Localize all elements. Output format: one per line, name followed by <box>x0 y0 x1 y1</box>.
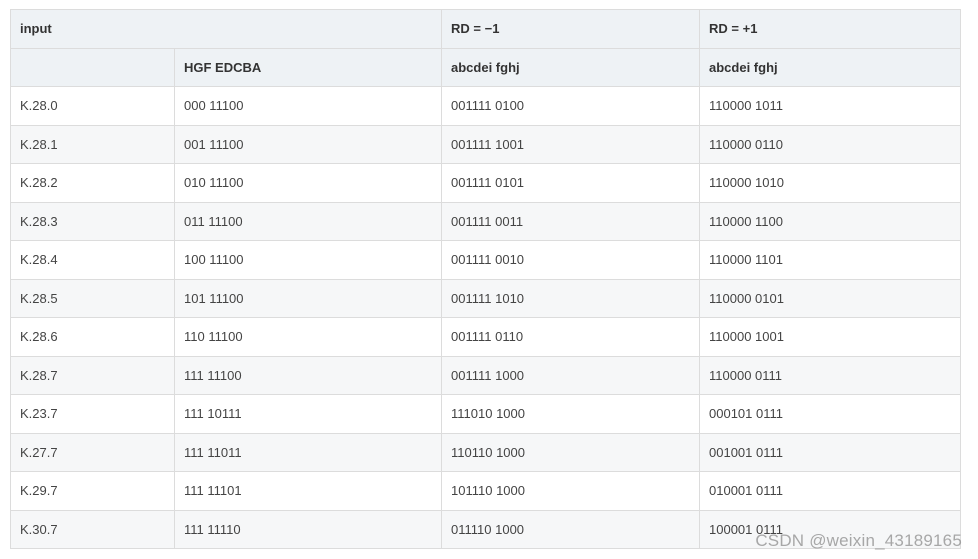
cell-rd-plus: 010001 0111 <box>699 471 962 511</box>
table-row: K.30.7 111 11110 011110 1000 100001 0111 <box>10 509 962 549</box>
table-body: K.28.0 000 11100 001111 0100 110000 1011 K.2… <box>10 86 962 549</box>
cell-rd-plus: 110000 0111 <box>699 355 962 395</box>
cell-input-bits: 111 11110 <box>173 509 443 549</box>
cell-rd-plus: 000101 0111 <box>699 394 962 434</box>
table-row: K.28.0 000 11100 001111 0100 110000 1011 <box>10 86 962 126</box>
cell-symbol: K.28.1 <box>10 124 175 164</box>
header-abcdei-fghj-minus: abcdei fghj <box>441 47 701 87</box>
cell-input-bits: 110 11100 <box>173 317 443 357</box>
cell-rd-minus: 001111 0011 <box>441 201 701 241</box>
cell-rd-plus: 110000 1001 <box>699 317 962 357</box>
cell-input-bits: 111 11011 <box>173 432 443 472</box>
cell-rd-minus: 001111 0101 <box>441 163 701 203</box>
table-header: input RD = −1 RD = +1 HGF EDCBA abcdei f… <box>9 9 962 87</box>
cell-rd-minus: 001111 0110 <box>441 317 701 357</box>
cell-rd-minus: 001111 0010 <box>441 240 701 280</box>
table-row: K.28.5 101 11100 001111 1010 110000 0101 <box>10 278 962 318</box>
table-row: K.29.7 111 11101 101110 1000 010001 0111 <box>10 471 962 511</box>
header-row-1: input RD = −1 RD = +1 <box>9 9 962 49</box>
table-row: K.28.6 110 11100 001111 0110 110000 1001 <box>10 317 962 357</box>
cell-symbol: K.29.7 <box>10 471 175 511</box>
cell-rd-minus: 110110 1000 <box>441 432 701 472</box>
cell-symbol: K.23.7 <box>10 394 175 434</box>
cell-input-bits: 000 11100 <box>173 86 443 126</box>
header-abcdei-fghj-plus: abcdei fghj <box>699 47 962 87</box>
cell-symbol: K.28.3 <box>10 201 175 241</box>
table-row: K.23.7 111 10111 111010 1000 000101 0111 <box>10 394 962 434</box>
cell-input-bits: 111 10111 <box>173 394 443 434</box>
cell-rd-plus: 110000 1101 <box>699 240 962 280</box>
header-input: input <box>9 9 443 49</box>
control-symbols-table: input RD = −1 RD = +1 HGF EDCBA abcdei f… <box>9 9 962 549</box>
cell-rd-plus: 110000 0110 <box>699 124 962 164</box>
cell-rd-plus: 110000 1010 <box>699 163 962 203</box>
table-row: K.27.7 111 11011 110110 1000 001001 0111 <box>10 432 962 472</box>
header-row-2: HGF EDCBA abcdei fghj abcdei fghj <box>10 47 962 87</box>
table-row: K.28.4 100 11100 001111 0010 110000 1101 <box>10 240 962 280</box>
cell-input-bits: 001 11100 <box>173 124 443 164</box>
header-rd-minus: RD = −1 <box>441 9 701 49</box>
cell-rd-minus: 001111 1000 <box>441 355 701 395</box>
cell-symbol: K.28.4 <box>10 240 175 280</box>
cell-symbol: K.28.6 <box>10 317 175 357</box>
cell-input-bits: 111 11100 <box>173 355 443 395</box>
cell-rd-plus: 100001 0111 <box>699 509 962 549</box>
cell-input-bits: 010 11100 <box>173 163 443 203</box>
cell-rd-minus: 001111 1001 <box>441 124 701 164</box>
table-row: K.28.3 011 11100 001111 0011 110000 1100 <box>10 201 962 241</box>
cell-input-bits: 101 11100 <box>173 278 443 318</box>
cell-rd-plus: 001001 0111 <box>699 432 962 472</box>
table-row: K.28.7 111 11100 001111 1000 110000 0111 <box>10 355 962 395</box>
table-container: input RD = −1 RD = +1 HGF EDCBA abcdei f… <box>9 9 962 549</box>
cell-symbol: K.28.7 <box>10 355 175 395</box>
cell-symbol: K.30.7 <box>10 509 175 549</box>
table-row: K.28.2 010 11100 001111 0101 110000 1010 <box>10 163 962 203</box>
cell-input-bits: 011 11100 <box>173 201 443 241</box>
table-row: K.28.1 001 11100 001111 1001 110000 0110 <box>10 124 962 164</box>
cell-rd-minus: 011110 1000 <box>441 509 701 549</box>
header-empty <box>10 47 175 87</box>
header-hgf-edcba: HGF EDCBA <box>173 47 443 87</box>
cell-rd-minus: 101110 1000 <box>441 471 701 511</box>
cell-rd-plus: 110000 1100 <box>699 201 962 241</box>
cell-symbol: K.28.5 <box>10 278 175 318</box>
cell-rd-minus: 001111 0100 <box>441 86 701 126</box>
cell-symbol: K.28.2 <box>10 163 175 203</box>
cell-rd-plus: 110000 1011 <box>699 86 962 126</box>
cell-rd-minus: 001111 1010 <box>441 278 701 318</box>
cell-symbol: K.27.7 <box>10 432 175 472</box>
cell-rd-plus: 110000 0101 <box>699 278 962 318</box>
cell-rd-minus: 111010 1000 <box>441 394 701 434</box>
cell-input-bits: 100 11100 <box>173 240 443 280</box>
header-rd-plus: RD = +1 <box>699 9 962 49</box>
cell-input-bits: 111 11101 <box>173 471 443 511</box>
cell-symbol: K.28.0 <box>10 86 175 126</box>
